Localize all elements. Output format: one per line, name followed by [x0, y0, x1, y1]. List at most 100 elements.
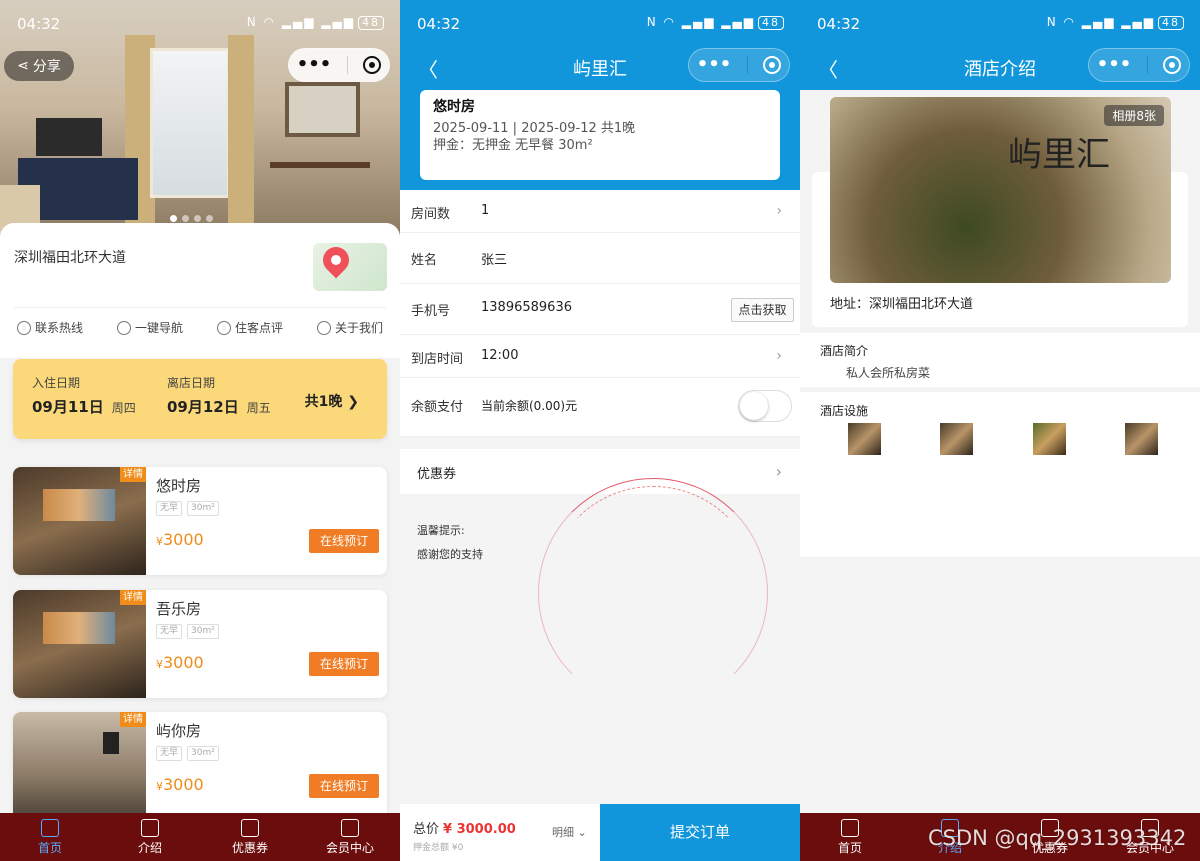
share-icon: ⋖ — [17, 58, 29, 74]
coupon-row[interactable]: 优惠券 › — [400, 449, 800, 494]
tab-intro[interactable]: 介绍 — [100, 813, 200, 861]
arrival-time-value: 12:00 — [481, 348, 519, 363]
room-card[interactable]: 详情 悠时房 无早 30m² ¥3000 在线预订 — [13, 467, 387, 575]
facility-thumbnail[interactable] — [940, 423, 974, 455]
user-icon — [316, 320, 331, 335]
hotel-logo: 屿里汇 — [1008, 135, 1110, 175]
intro-title: 酒店简介 — [820, 344, 869, 358]
tab-coupons[interactable]: 优惠券 — [200, 813, 300, 861]
facility-thumbnail[interactable] — [1124, 423, 1158, 455]
cube-icon — [141, 819, 159, 837]
arrival-time-field[interactable]: 到店时间 12:00 › — [400, 335, 800, 378]
status-bar: 04:32 N ◠ ▂▄▆ ▂▄▆ 48 — [0, 0, 400, 46]
location-icon — [116, 320, 131, 335]
intro-text: 私人会所私房菜 — [846, 366, 931, 380]
hotline-link[interactable]: 联系热线 — [16, 319, 83, 336]
date-selector[interactable]: 入住日期 09月11日 周四 离店日期 09月12日 周五 共1晚 ❯ — [13, 359, 387, 439]
room-features: 无早 30m² — [156, 624, 219, 639]
room-image — [13, 467, 146, 575]
tab-member[interactable]: 会员中心 — [300, 813, 400, 861]
room-image — [13, 590, 146, 698]
about-link[interactable]: 关于我们 — [316, 319, 383, 336]
checkin-date: 09月11日 周四 — [32, 398, 136, 416]
rooms-field[interactable]: 房间数 1 › — [400, 190, 800, 233]
deposit-info: 押金：无押金 无早餐 30m² — [433, 138, 593, 153]
battery-icon: 48 — [358, 16, 384, 30]
map-icon[interactable] — [313, 241, 387, 291]
home-icon — [41, 819, 59, 837]
tips-text: 感谢您的支持 — [417, 548, 483, 561]
navigation-link[interactable]: 一键导航 — [116, 319, 183, 336]
room-card[interactable]: 详情 屿你房 无早 30m² ¥3000 在线预订 — [13, 712, 387, 820]
checkin-label: 入住日期 — [32, 376, 81, 390]
checkout-label: 离店日期 — [167, 376, 216, 390]
miniprogram-capsule: ••• — [688, 48, 790, 82]
chevron-right-icon: › — [775, 462, 782, 481]
room-features: 无早 30m² — [156, 746, 219, 761]
room-detail-tag[interactable]: 详情 — [120, 467, 146, 482]
facilities-section: 酒店设施 — [800, 392, 1200, 557]
share-button[interactable]: ⋖ 分享 — [4, 51, 74, 81]
coupon-icon — [241, 819, 259, 837]
room-name: 吾乐房 — [156, 600, 202, 618]
room-detail-tag[interactable]: 详情 — [120, 590, 146, 605]
status-icons: N ◠ ▂▄▆ ▂▄▆ 48 — [1047, 15, 1184, 30]
hotel-address: 深圳福田北环大道 — [14, 250, 126, 266]
hotel-album-image[interactable]: 屿里汇 相册8张 — [830, 97, 1171, 283]
more-icon[interactable]: ••• — [297, 56, 332, 74]
total-price: 总价 ¥ 3000.00 — [413, 822, 516, 837]
guest-name-input[interactable]: 张三 — [481, 249, 507, 268]
csdn-watermark: CSDN @qq_2931393342 — [928, 826, 1187, 850]
book-online-button[interactable]: 在线预订 — [309, 529, 379, 553]
balance-toggle[interactable] — [738, 390, 792, 422]
location-pin-icon — [317, 241, 355, 279]
album-count-badge[interactable]: 相册8张 — [1104, 105, 1164, 126]
deposit-total: 押金总额 ¥0 — [413, 843, 464, 853]
detail-toggle[interactable]: 明细 ⌄ — [552, 824, 587, 840]
checkout-bar: 总价 ¥ 3000.00 押金总额 ¥0 明细 ⌄ 提交订单 — [400, 804, 800, 861]
tips-title: 温馨提示: — [417, 524, 465, 537]
status-bar: 04:32 N ◠ ▂▄▆ ▂▄▆ 48 — [800, 0, 1200, 46]
book-online-button[interactable]: 在线预订 — [309, 652, 379, 676]
facility-thumbnail[interactable] — [1032, 423, 1066, 455]
phone-input[interactable]: 13896589636 — [481, 300, 572, 315]
balance-value: 当前余额(0.00)元 — [481, 399, 578, 413]
close-miniprogram-icon[interactable] — [363, 56, 382, 74]
battery-icon: 48 — [758, 16, 784, 30]
room-image — [13, 712, 146, 820]
room-name: 屿你房 — [156, 722, 202, 740]
reviews-link[interactable]: 住客点评 — [216, 319, 283, 336]
room-price: ¥3000 — [156, 530, 204, 549]
room-card[interactable]: 详情 吾乐房 无早 30m² ¥3000 在线预订 — [13, 590, 387, 698]
book-online-button[interactable]: 在线预订 — [309, 774, 379, 798]
status-time: 04:32 — [417, 15, 461, 33]
status-icons: N ◠ ▂▄▆ ▂▄▆ 48 — [247, 15, 384, 30]
close-miniprogram-icon[interactable] — [763, 56, 782, 74]
tab-home[interactable]: 首页 — [0, 813, 100, 861]
submit-order-button[interactable]: 提交订单 — [600, 804, 800, 861]
room-detail-tag[interactable]: 详情 — [120, 712, 146, 727]
quick-links: 联系热线 一键导航 住客点评 关于我们 — [0, 319, 400, 336]
chevron-right-icon: › — [776, 203, 782, 219]
carousel-indicator — [170, 215, 213, 222]
more-icon[interactable]: ••• — [697, 56, 732, 74]
status-bar: 04:32 N ◠ ▂▄▆ ▂▄▆ 48 — [400, 0, 800, 46]
status-time: 04:32 — [817, 15, 861, 33]
tab-home[interactable]: 首页 — [800, 813, 900, 861]
share-label: 分享 — [32, 59, 61, 75]
bottom-tab-bar: 首页 介绍 优惠券 会员中心 — [0, 813, 400, 861]
home-screen: 04:32 N ◠ ▂▄▆ ▂▄▆ 48 ⋖ 分享 ••• 深圳福田北环大道 联系热… — [0, 0, 400, 861]
battery-icon: 48 — [1158, 16, 1184, 30]
room-features: 无早 30m² — [156, 501, 219, 516]
close-miniprogram-icon[interactable] — [1163, 56, 1182, 74]
balance-pay-field: 余额支付 当前余额(0.00)元 — [400, 378, 800, 437]
room-name: 悠时房 — [156, 477, 202, 495]
rooms-value: 1 — [481, 203, 490, 218]
miniprogram-capsule: ••• — [288, 48, 390, 82]
status-time: 04:32 — [17, 15, 61, 33]
guest-name-field[interactable]: 姓名 张三 — [400, 233, 800, 284]
facilities-title: 酒店设施 — [820, 404, 869, 418]
more-icon[interactable]: ••• — [1097, 56, 1132, 74]
facility-thumbnail[interactable] — [848, 423, 881, 455]
get-code-button[interactable]: 点击获取 — [731, 298, 794, 322]
